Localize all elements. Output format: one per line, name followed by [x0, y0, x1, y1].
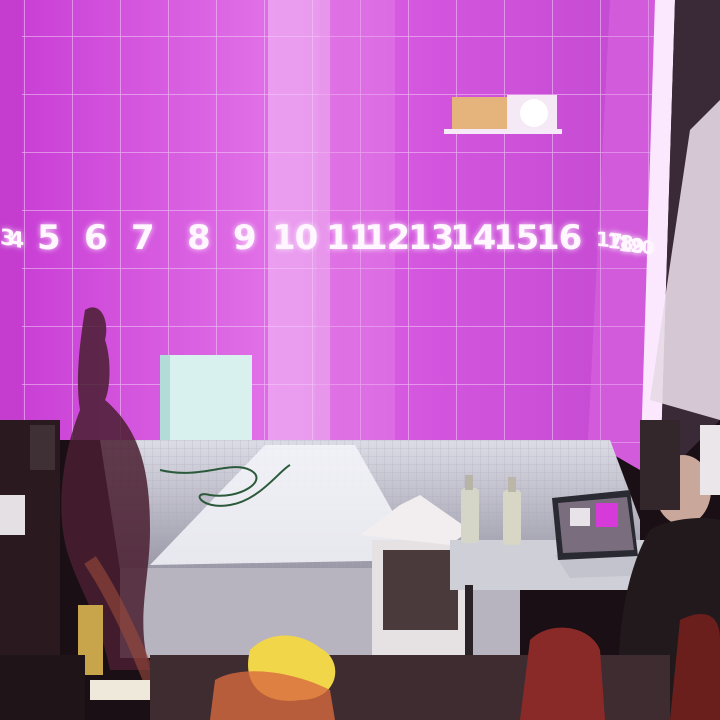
wall-number-15: 15 — [493, 218, 539, 258]
wall-number-12: 12 — [364, 218, 410, 258]
wall-number-14: 14 — [450, 218, 496, 258]
wall-number-6: 6 — [84, 218, 108, 258]
wall-number-5: 5 — [37, 218, 61, 258]
wall-number-8: 8 — [187, 218, 211, 258]
shelf — [444, 129, 562, 134]
wall-number-9: 9 — [233, 218, 257, 258]
scene-illustration — [0, 0, 720, 720]
wall-number-4: 4 — [9, 226, 24, 255]
photo-scene: 3 4 5 6 7 8 9 10 11 12 13 14 15 16 17 18… — [0, 0, 720, 720]
water-bottle-2 — [503, 490, 521, 545]
wall-number-20: 20 — [630, 235, 654, 260]
shelf-box — [452, 97, 507, 130]
wall-number-16: 16 — [536, 218, 582, 258]
white-cube — [168, 355, 252, 440]
wall-number-13: 13 — [408, 218, 454, 258]
wall-number-7: 7 — [131, 218, 155, 258]
water-bottle-1 — [461, 488, 479, 543]
wall-number-10: 10 — [272, 218, 318, 258]
